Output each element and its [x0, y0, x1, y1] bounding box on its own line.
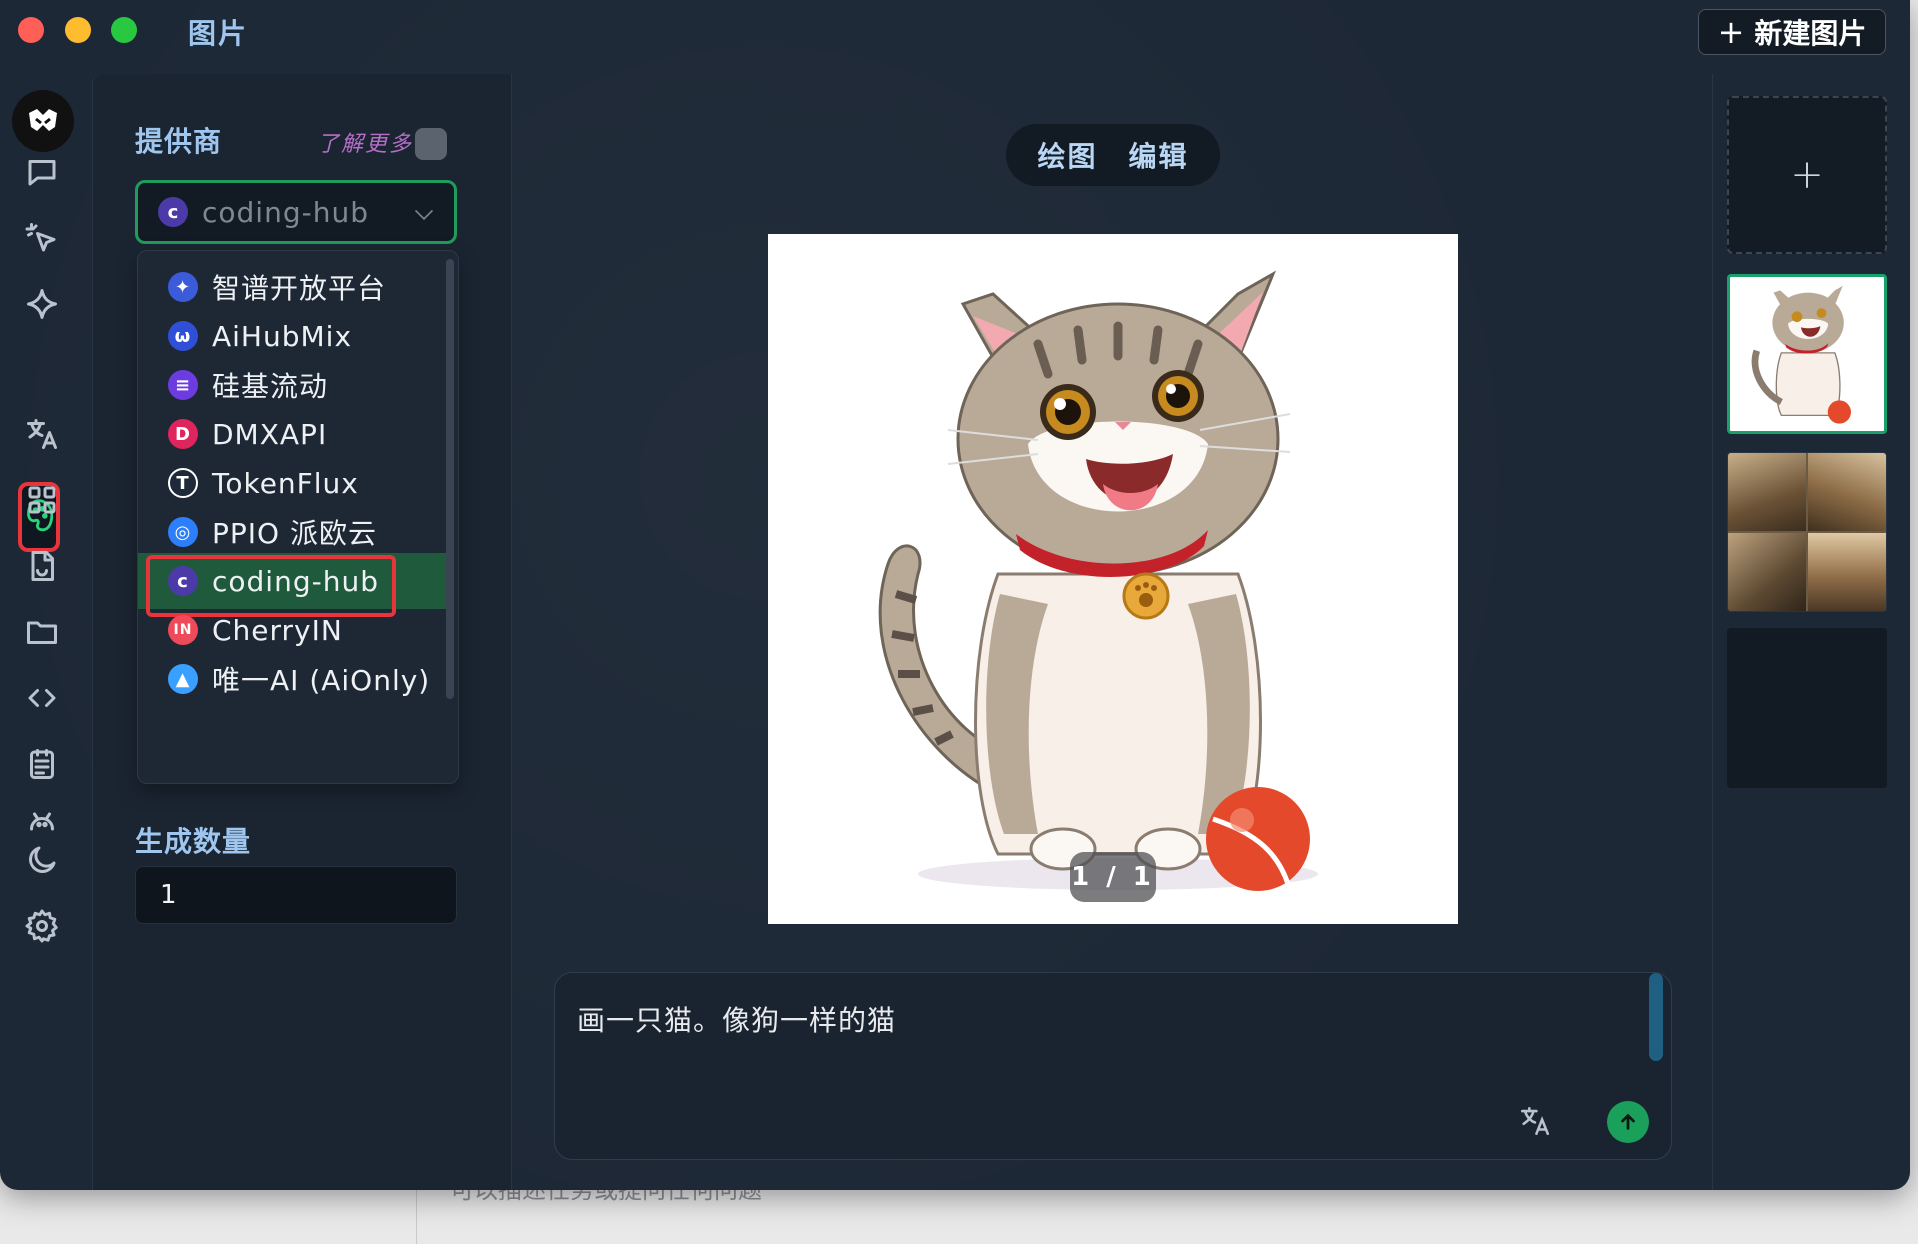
tab-edit[interactable]: 编辑 — [1128, 135, 1188, 175]
room-image-4 — [1808, 533, 1886, 611]
provider-option[interactable]: ◎ PPIO 派欧云 — [138, 504, 446, 560]
provider-section-title: 提供商 — [135, 125, 223, 158]
translate-icon[interactable] — [1515, 1101, 1555, 1141]
zoom-window-button[interactable] — [111, 17, 137, 43]
close-window-button[interactable] — [18, 17, 44, 43]
provider-option[interactable]: ▲ 唯一AI (AiOnly) — [138, 651, 446, 707]
background-divider — [416, 1190, 417, 1244]
page-indicator: 1 / 1 — [1070, 852, 1156, 902]
aihubmix-icon: ω — [168, 321, 198, 351]
learn-more-toggle[interactable] — [415, 128, 447, 160]
arrow-up-icon — [1621, 1113, 1635, 1130]
sparkle-icon[interactable] — [20, 282, 64, 326]
cat-illustration — [878, 270, 1318, 891]
chevron-down-icon — [414, 201, 434, 221]
provider-dropdown: ✦ 智谱开放平台 ω AiHubMix ≡ 硅基流动 D DMXAPI T To… — [137, 250, 459, 784]
room-image-3 — [1728, 533, 1806, 611]
minimize-window-button[interactable] — [65, 17, 91, 43]
send-button[interactable] — [1607, 1101, 1649, 1143]
settings-panel: 提供商 了解更多 c coding-hub ✦ 智谱开放平台 ω AiHubMi… — [92, 74, 512, 1190]
title-bar: 图片 + 新建图片 — [0, 0, 1910, 64]
code-icon[interactable] — [20, 676, 64, 720]
sidebar-rail — [0, 64, 92, 1190]
count-input[interactable]: 1 — [135, 866, 457, 924]
document-icon[interactable] — [20, 544, 64, 588]
provider-option[interactable]: ✦ 智谱开放平台 — [138, 259, 446, 315]
room-image-2 — [1808, 453, 1886, 531]
tab-draw[interactable]: 绘图 — [1037, 135, 1097, 175]
coding-hub-icon: c — [168, 566, 198, 596]
app-window: 图片 + 新建图片 提供商 了解更多 c coding-hub ✦ 智谱开放平台… — [0, 0, 1910, 1190]
image-history-panel: + — [1712, 74, 1910, 1190]
coding-hub-icon: c — [158, 197, 188, 227]
provider-option[interactable]: IN CherryIN — [138, 602, 446, 658]
history-thumbnail-rooms[interactable] — [1727, 452, 1887, 612]
aionly-icon: ▲ — [168, 664, 198, 694]
prompt-input[interactable]: 画一只猫。像狗一样的猫 — [554, 972, 1672, 1160]
new-image-button[interactable]: + 新建图片 — [1698, 9, 1886, 55]
cat-thumbnail-icon — [1751, 285, 1851, 424]
window-title: 图片 — [188, 17, 249, 50]
moon-icon[interactable] — [20, 838, 64, 882]
history-thumbnail-cat[interactable] — [1727, 274, 1887, 434]
dropdown-scrollbar[interactable] — [446, 259, 454, 699]
plus-icon: + — [1717, 13, 1745, 51]
background-area — [0, 1190, 1918, 1244]
new-image-label: 新建图片 — [1754, 17, 1867, 50]
learn-more-link[interactable]: 了解更多 — [317, 126, 413, 158]
room-image-1 — [1728, 453, 1806, 531]
mode-tabs: 绘图 编辑 — [1006, 124, 1220, 186]
apps-grid-icon[interactable] — [20, 478, 64, 522]
prompt-scrollbar[interactable] — [1649, 973, 1663, 1061]
folder-icon[interactable] — [20, 610, 64, 654]
notes-icon[interactable] — [20, 742, 64, 786]
provider-option-selected[interactable]: c coding-hub — [138, 553, 446, 617]
siliconflow-icon: ≡ — [168, 370, 198, 400]
count-section-title: 生成数量 — [135, 825, 252, 858]
prompt-text[interactable]: 画一只猫。像狗一样的猫 — [577, 999, 896, 1039]
zhipu-icon: ✦ — [168, 272, 198, 302]
provider-option[interactable]: D DMXAPI — [138, 406, 446, 462]
bot-icon[interactable] — [20, 798, 64, 842]
provider-select[interactable]: c coding-hub — [135, 180, 457, 244]
dmxapi-icon: D — [168, 419, 198, 449]
provider-option[interactable]: ω AiHubMix — [138, 308, 446, 364]
settings-gear-icon[interactable] — [20, 904, 64, 948]
app-logo-icon[interactable] — [12, 90, 74, 152]
add-image-button[interactable]: + — [1727, 96, 1887, 254]
translate-icon[interactable] — [20, 412, 64, 456]
provider-select-value: coding-hub — [202, 195, 369, 229]
agent-cursor-icon[interactable] — [20, 216, 64, 260]
chat-icon[interactable] — [20, 150, 64, 194]
provider-option[interactable]: ≡ 硅基流动 — [138, 357, 446, 413]
ppio-icon: ◎ — [168, 517, 198, 547]
tokenflux-icon: T — [168, 468, 198, 498]
history-thumbnail-empty[interactable] — [1727, 628, 1887, 788]
provider-option[interactable]: T TokenFlux — [138, 455, 446, 511]
generated-image — [768, 234, 1458, 924]
cherryin-icon: IN — [168, 615, 198, 645]
